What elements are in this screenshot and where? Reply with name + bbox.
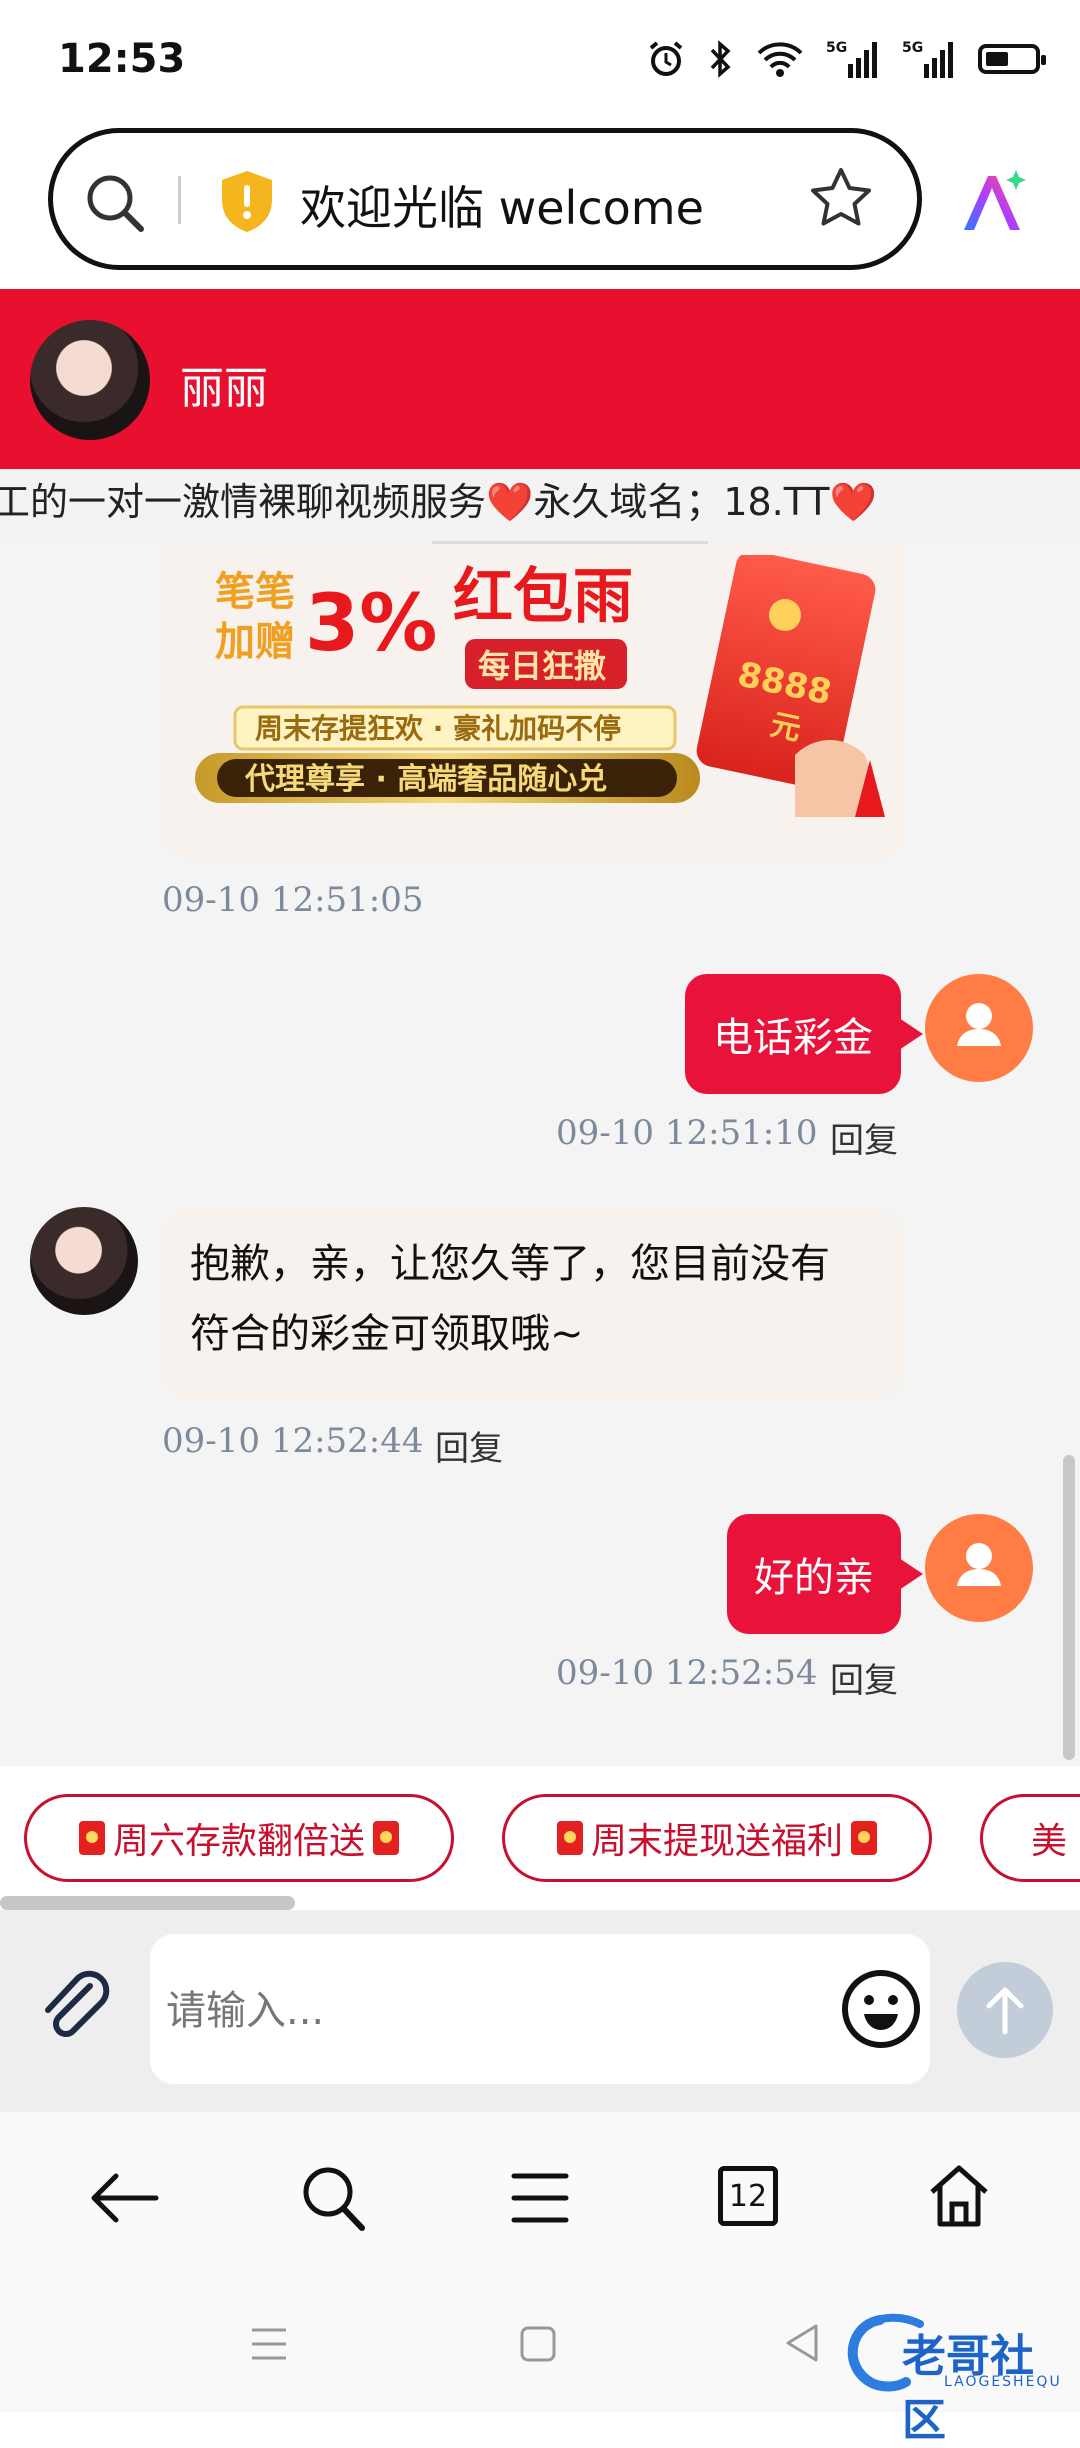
agent-avatar[interactable] [30, 1207, 138, 1315]
signal-5g-icon: 5G [826, 40, 877, 78]
tabs-button[interactable]: 12 [718, 2166, 778, 2226]
home-nav-icon[interactable] [518, 2324, 558, 2364]
user-icon [957, 1003, 1001, 1046]
search-icon[interactable] [298, 2162, 368, 2234]
status-time: 12:53 [58, 36, 186, 82]
input-placeholder[interactable]: 请输入... [166, 1978, 324, 2036]
emoji-icon[interactable] [840, 1968, 922, 2050]
message-text-line: 符合的彩金可领取哦~ [190, 1311, 584, 1357]
back-icon[interactable] [86, 2166, 162, 2230]
banner-sub1: 周末存提狂欢 · 豪礼加码不停 [255, 712, 621, 745]
svg-text:5G: 5G [826, 40, 847, 56]
svg-text:5G: 5G [902, 40, 923, 56]
status-icons: 5G 5G [646, 38, 1046, 80]
user-avatar [925, 974, 1033, 1082]
user-avatar [925, 1514, 1033, 1622]
address-divider [178, 176, 181, 224]
back-nav-icon[interactable] [782, 2322, 822, 2364]
banner-percent: 3% [305, 579, 437, 669]
banner-sub2: 代理尊享 · 高端奢品随心兑 [244, 762, 607, 797]
quick-chip-label: 周末提现送福利 [590, 1821, 843, 1862]
agent-avatar[interactable] [30, 320, 150, 440]
bluetooth-icon [710, 40, 731, 78]
announcement-marquee: 工的一对一激情裸聊视频服务❤️永久域名；18.TT❤️ [0, 469, 1080, 541]
chat-contact-name: 丽丽 [180, 363, 268, 414]
quick-chip[interactable]: 周六存款翻倍送 [24, 1794, 454, 1882]
alarm-icon [649, 41, 683, 76]
chips-scrollbar[interactable] [0, 1896, 295, 1910]
banner-line1: 笔笔 [215, 569, 295, 615]
reply-link[interactable]: 回复 [830, 1653, 898, 1702]
ai-assistant-icon[interactable] [958, 166, 1032, 238]
signal-5g-icon: 5G [902, 40, 953, 78]
incoming-message[interactable]: 抱歉，亲，让您久等了，您目前没有 符合的彩金可领取哦~ [162, 1209, 905, 1399]
recent-apps-icon[interactable] [248, 2324, 290, 2364]
reply-link[interactable]: 回复 [830, 1113, 898, 1162]
arrow-up-icon [986, 1987, 1024, 2035]
star-icon[interactable] [806, 164, 876, 234]
red-envelope-icon [373, 1821, 399, 1855]
watermark-subtext: LAOGESHEQU [944, 2374, 1062, 2390]
quick-chip-label: 美 [1031, 1821, 1068, 1862]
user-icon [957, 1543, 1001, 1586]
watermark-logo: 老哥社区 LAOGESHEQU [840, 2310, 1070, 2446]
banner-title: 红包雨 [453, 562, 633, 632]
red-envelope-icon [78, 1821, 105, 1855]
send-button[interactable] [957, 1962, 1053, 2058]
promo-banner-image[interactable]: 笔笔 加赠 3% 红包雨 每日狂撒 周末存提狂欢 · 豪礼加码不停 代理尊享 ·… [195, 555, 885, 817]
home-icon[interactable] [924, 2160, 994, 2230]
svg-text:加赠: 加赠 [215, 619, 295, 665]
wifi-icon [757, 42, 803, 77]
red-envelope-icon [851, 1821, 877, 1855]
address-title[interactable]: 欢迎光临 welcome [300, 172, 704, 238]
shield-warning-icon[interactable] [218, 168, 276, 234]
banner-tag: 每日狂撒 [478, 647, 606, 685]
quick-chip[interactable]: 美 [980, 1794, 1080, 1882]
outgoing-message[interactable]: 电话彩金 [685, 974, 923, 1094]
chat-header [0, 289, 1080, 469]
message-time: 09-10 12:51:10 [556, 1113, 818, 1153]
message-text-line: 抱歉，亲，让您久等了，您目前没有 [190, 1241, 830, 1287]
quick-chip-label: 周六存款翻倍送 [112, 1821, 365, 1862]
marquee-text: 工的一对一激情裸聊视频服务❤️永久域名；18.TT❤️ [0, 480, 877, 524]
message-time: 09-10 12:51:05 [162, 880, 424, 920]
quick-chip[interactable]: 周末提现送福利 [502, 1794, 932, 1882]
attachment-icon[interactable] [34, 1966, 118, 2050]
chat-scrollbar[interactable] [1063, 1455, 1075, 1760]
card-divider [432, 541, 708, 544]
reply-link[interactable]: 回复 [435, 1421, 503, 1470]
red-envelope-icon [556, 1821, 583, 1855]
outgoing-message[interactable]: 好的亲 [727, 1514, 923, 1634]
message-time: 09-10 12:52:54 [556, 1653, 818, 1693]
menu-icon[interactable] [510, 2170, 570, 2226]
battery-icon [978, 44, 1046, 74]
message-time: 09-10 12:52:44 [162, 1421, 424, 1461]
search-icon[interactable] [80, 168, 150, 238]
